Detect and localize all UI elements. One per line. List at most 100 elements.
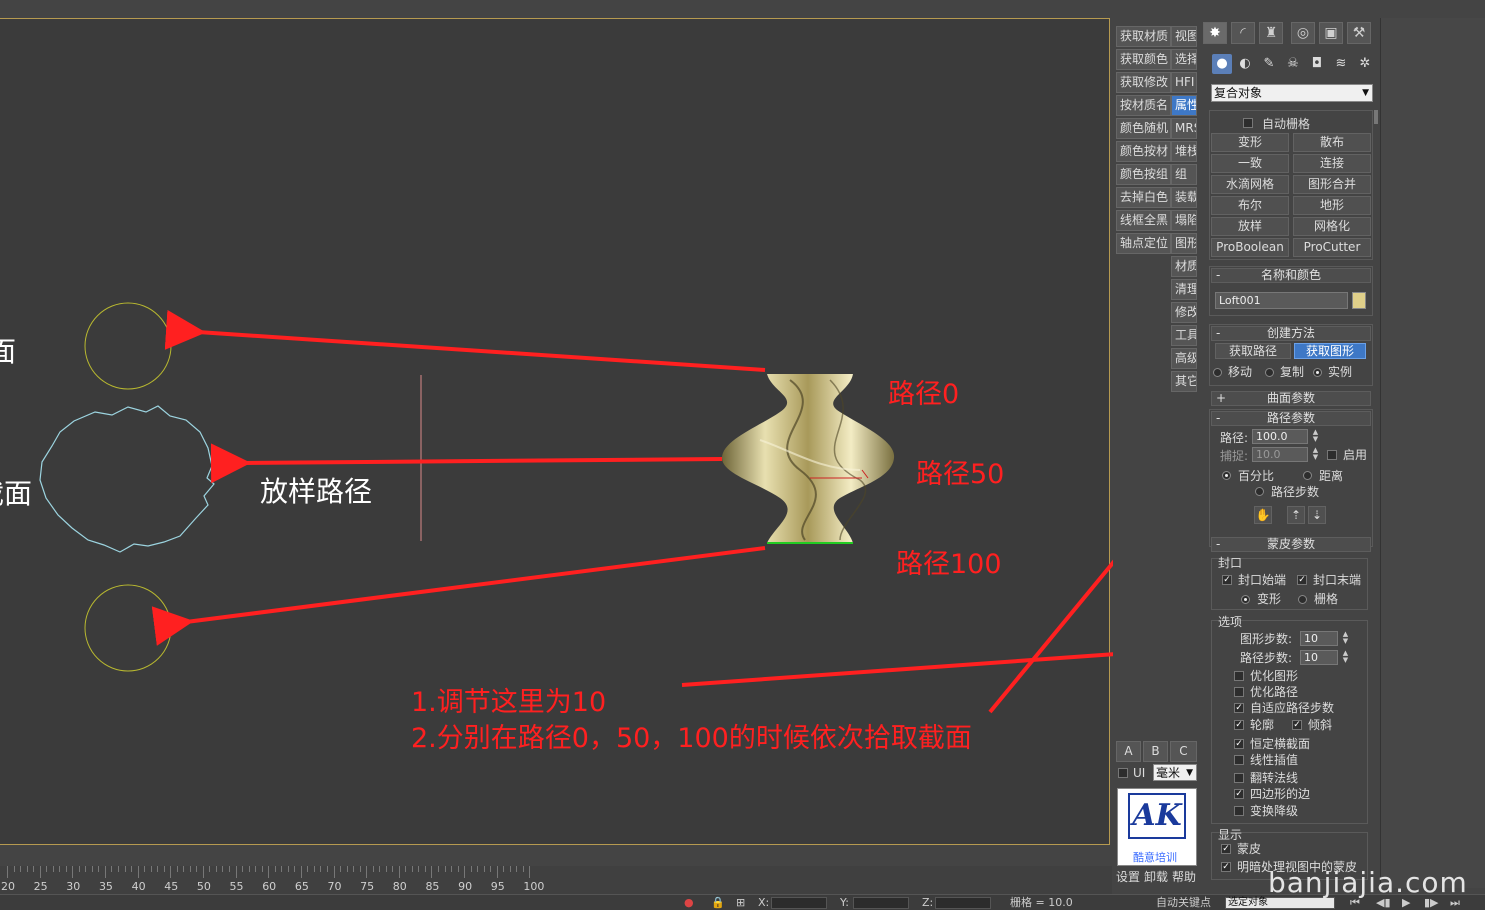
script-button[interactable]: 颜色按组 [1116,164,1171,185]
unload-button[interactable]: 卸载 [1144,870,1168,884]
script-button[interactable]: 材质 [1171,256,1197,277]
shape-steps-field[interactable]: 10 [1300,631,1338,646]
shapes-icon[interactable]: ◐ [1235,54,1255,74]
script-button[interactable]: MRS [1171,118,1197,139]
path-params-header[interactable]: -路径参数 [1211,411,1371,426]
optimize-shapes-checkbox[interactable] [1234,671,1244,681]
object-type-button[interactable]: 水滴网格 [1211,175,1289,194]
geometry-icon[interactable]: ● [1212,54,1232,74]
x-coord-field[interactable] [771,897,827,909]
get-shape-button[interactable]: 获取图形 [1294,343,1366,359]
object-type-button[interactable]: ProCutter [1293,238,1371,257]
object-type-button[interactable]: ProBoolean [1211,238,1289,257]
script-button[interactable]: 修改 [1171,302,1197,323]
script-button[interactable]: 装载 [1171,187,1197,208]
path-steps-radio[interactable] [1255,487,1264,496]
setup-button[interactable]: 设置 [1116,870,1140,884]
optimize-path-checkbox[interactable] [1234,687,1244,697]
object-type-button[interactable]: 一致 [1211,154,1289,173]
script-button[interactable]: 轴点定位 [1116,233,1171,254]
systems-icon[interactable]: ✲ [1355,54,1375,74]
object-type-button[interactable]: 散布 [1293,133,1371,152]
script-button[interactable]: 清理 [1171,279,1197,300]
spacewarps-icon[interactable]: ≋ [1331,54,1351,74]
create-tab-icon[interactable]: ✸ [1203,22,1227,44]
flip-normals-checkbox[interactable] [1234,773,1244,783]
distance-radio[interactable] [1303,471,1312,480]
script-button[interactable]: 去掉白色 [1116,187,1171,208]
object-type-button[interactable]: 网格化 [1293,217,1371,236]
script-button[interactable]: 视图 [1171,26,1197,47]
adaptive-path-steps-checkbox[interactable]: ✓ [1234,703,1244,713]
script-button[interactable]: 堆栈 [1171,141,1197,162]
help-button[interactable]: 帮助 [1172,870,1196,884]
get-path-button[interactable]: 获取路径 [1215,343,1291,359]
path-steps-spinner-icon[interactable]: ▲▼ [1341,650,1350,665]
snap-spinner-icon[interactable]: ▲▼ [1311,447,1320,462]
linear-interp-checkbox[interactable] [1234,755,1244,765]
quad-sides-checkbox[interactable]: ✓ [1234,789,1244,799]
skin-checkbox[interactable]: ✓ [1221,844,1231,854]
transform-degrade-checkbox[interactable] [1234,806,1244,816]
percent-radio[interactable] [1222,471,1231,480]
category-dropdown[interactable]: 复合对象▼ [1211,84,1373,102]
panel-scrollbar[interactable] [1374,110,1378,124]
script-button[interactable]: HFI [1171,72,1197,93]
utilities-tab-icon[interactable]: ⚒ [1347,22,1371,44]
skin-params-header[interactable]: -蒙皮参数 [1211,537,1371,552]
pin-icon[interactable]: ● [684,896,694,909]
move-radio[interactable] [1213,368,1222,377]
grid-radio[interactable] [1298,595,1307,604]
contour-checkbox[interactable]: ✓ [1234,720,1244,730]
snap-value-field[interactable]: 10.0 [1252,447,1308,462]
script-button[interactable]: 获取颜色 [1116,49,1171,70]
script-button[interactable]: 按材质名 [1116,95,1171,116]
lights-icon[interactable]: ✎ [1259,54,1279,74]
cap-start-checkbox[interactable]: ✓ [1222,575,1232,585]
script-button[interactable]: 高级 [1171,348,1197,369]
path-spinner-icon[interactable]: ▲▼ [1311,429,1320,444]
object-name-field[interactable]: Loft001 [1215,292,1348,309]
object-type-button[interactable]: 地形 [1293,196,1371,215]
auto-grid-checkbox[interactable] [1243,118,1253,128]
tab-a[interactable]: A [1116,741,1141,762]
modify-tab-icon[interactable]: ◜ [1231,22,1255,44]
script-button[interactable]: 获取修改 [1116,72,1171,93]
banking-checkbox[interactable]: ✓ [1292,720,1302,730]
constant-cross-section-checkbox[interactable]: ✓ [1234,739,1244,749]
object-type-button[interactable]: 连接 [1293,154,1371,173]
z-coord-field[interactable] [935,897,991,909]
creation-method-header[interactable]: -创建方法 [1211,326,1371,341]
transform-icon[interactable]: ⊞ [736,896,745,909]
prev-shape-icon[interactable]: ⇡ [1287,506,1305,524]
object-type-button[interactable]: 布尔 [1211,196,1289,215]
object-color-swatch[interactable] [1352,292,1366,309]
motion-tab-icon[interactable]: ◎ [1291,22,1315,44]
helpers-icon[interactable]: ◘ [1307,54,1327,74]
script-button[interactable]: 获取材质 [1116,26,1171,47]
display-tab-icon[interactable]: ▣ [1319,22,1343,44]
ui-checkbox[interactable] [1118,768,1128,778]
script-button[interactable]: 塌陷 [1171,210,1197,231]
cap-end-checkbox[interactable]: ✓ [1297,575,1307,585]
instance-radio[interactable] [1313,368,1322,377]
pick-shape-icon[interactable]: ✋ [1254,506,1272,524]
tab-c[interactable]: C [1170,741,1197,762]
object-type-button[interactable]: 图形合并 [1293,175,1371,194]
script-button[interactable]: 属性 [1171,95,1197,116]
copy-radio[interactable] [1265,368,1274,377]
hierarchy-tab-icon[interactable]: ♜ [1259,22,1283,44]
script-button[interactable]: 组 [1171,164,1197,185]
shape-steps-spinner-icon[interactable]: ▲▼ [1341,631,1350,646]
unit-dropdown[interactable]: 毫米▼ [1153,764,1197,781]
object-type-button[interactable]: 放样 [1211,217,1289,236]
script-button[interactable]: 工具 [1171,325,1197,346]
auto-key-label[interactable]: 自动关键点 [1156,896,1211,909]
path-steps-field[interactable]: 10 [1300,650,1338,665]
script-button[interactable]: 图形 [1171,233,1197,254]
object-type-button[interactable]: 变形 [1211,133,1289,152]
path-value-field[interactable]: 100.0 [1252,429,1308,444]
timeline-track[interactable]: 20253035404550556065707580859095100 [0,866,1112,894]
y-coord-field[interactable] [853,897,909,909]
script-button[interactable]: 颜色随机 [1116,118,1171,139]
